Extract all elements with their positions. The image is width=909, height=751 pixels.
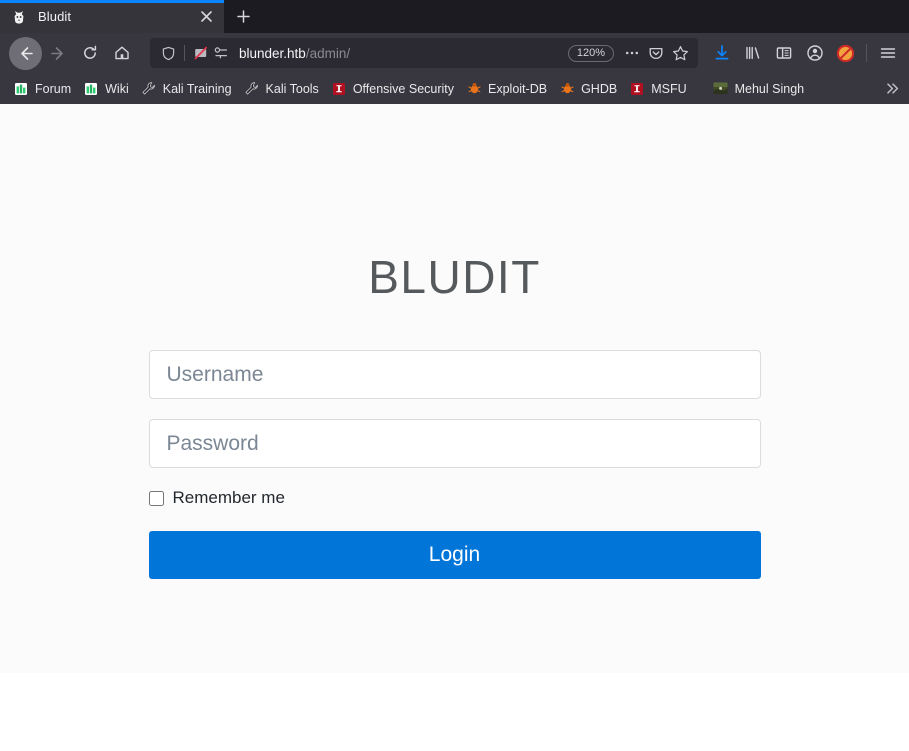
tab-title: Bludit: [38, 9, 72, 24]
close-icon[interactable]: [196, 7, 216, 27]
remember-me-row: Remember me: [148, 488, 761, 508]
remember-me-checkbox[interactable]: [148, 490, 164, 506]
toolbar-divider: [866, 44, 867, 62]
navigation-toolbar: blunder.htb/admin/ 120%: [0, 33, 909, 73]
bookmark-label: Wiki: [105, 81, 129, 96]
address-bar[interactable]: blunder.htb/admin/ 120%: [150, 38, 698, 68]
bookmark-forum[interactable]: Forum: [8, 78, 78, 100]
page-viewport: BLUDIT Remember me Login: [0, 104, 909, 751]
tab-bludit[interactable]: Bludit: [0, 0, 224, 33]
home-icon: [115, 46, 129, 60]
downloads-icon[interactable]: [706, 37, 737, 69]
arrow-left-icon: [21, 46, 33, 60]
shield-icon[interactable]: [158, 43, 178, 63]
bookmark-exploit-db[interactable]: Exploit-DB: [461, 78, 554, 100]
pocket-icon[interactable]: [644, 41, 668, 65]
bookmark-label: Kali Tools: [265, 81, 319, 96]
url-path: /admin/: [305, 45, 351, 61]
permissions-key-icon[interactable]: [211, 43, 231, 63]
bookmark-msfu[interactable]: MSFU: [624, 78, 693, 100]
zoom-level-badge[interactable]: 120%: [567, 44, 614, 62]
bookmark-label: Exploit-DB: [488, 81, 548, 96]
url-host: blunder.htb: [239, 45, 306, 61]
reload-icon: [84, 45, 97, 59]
bookmark-label: Forum: [35, 81, 72, 96]
photo-thumbnail-icon: [713, 81, 729, 97]
account-icon[interactable]: [799, 37, 830, 69]
bookmark-label: GHDB: [581, 81, 618, 96]
library-icon[interactable]: [737, 37, 768, 69]
url-divider: [184, 45, 185, 61]
tab-strip: Bludit: [0, 0, 909, 33]
bookmark-mehul-singh[interactable]: Mehul Singh: [708, 78, 812, 100]
toolbar-icons: [706, 37, 903, 69]
forward-button[interactable]: [42, 37, 74, 69]
bookmark-label: Mehul Singh: [734, 81, 805, 96]
login-form: BLUDIT Remember me Login: [148, 251, 761, 579]
bookmark-offensive-security[interactable]: Offensive Security: [326, 78, 461, 100]
browser-window: Bludit blunder.htb/admin/ 120% Forum Wik…: [0, 0, 909, 751]
bookmark-label: Kali Training: [162, 81, 232, 96]
adblock-extension-icon[interactable]: [830, 37, 861, 69]
kali-bars-icon: [13, 81, 29, 97]
ellipsis-icon[interactable]: [620, 41, 644, 65]
bookmarks-bar: Forum Wiki Kali Training Kali Tools Offe…: [0, 73, 909, 104]
remember-me-label[interactable]: Remember me: [173, 488, 285, 508]
home-button[interactable]: [106, 37, 138, 69]
bookmark-label: MSFU: [651, 81, 687, 96]
offsec-icon: [331, 81, 347, 97]
login-button[interactable]: Login: [148, 531, 761, 579]
app-menu-icon[interactable]: [872, 37, 903, 69]
sidebar-icon[interactable]: [768, 37, 799, 69]
new-tab-button[interactable]: [226, 0, 260, 33]
wrench-icon: [141, 81, 157, 97]
chevron-double-right-icon[interactable]: [879, 77, 905, 101]
username-input[interactable]: [148, 350, 761, 399]
bug-icon: [466, 81, 482, 97]
bookmark-wiki[interactable]: Wiki: [78, 78, 136, 100]
reload-button[interactable]: [74, 37, 106, 69]
wrench-icon: [244, 81, 260, 97]
password-input[interactable]: [148, 419, 761, 468]
metasploit-icon: [629, 81, 645, 97]
bug-icon: [559, 81, 575, 97]
bookmark-kali-training[interactable]: Kali Training: [136, 78, 239, 100]
bookmark-ghdb[interactable]: GHDB: [554, 78, 624, 100]
bludit-cat-favicon: [12, 9, 28, 25]
bludit-login-page: BLUDIT Remember me Login: [0, 104, 909, 673]
bookmark-label: Offensive Security: [352, 81, 455, 96]
tracker-blocked-icon[interactable]: [191, 43, 211, 63]
kali-bars-icon: [83, 81, 99, 97]
bookmark-kali-tools[interactable]: Kali Tools: [239, 78, 326, 100]
star-icon[interactable]: [668, 41, 692, 65]
url-text[interactable]: blunder.htb/admin/: [239, 46, 568, 61]
plus-icon: [236, 10, 250, 23]
back-button[interactable]: [9, 36, 42, 70]
arrow-right-icon: [50, 46, 63, 60]
page-title: BLUDIT: [368, 251, 541, 303]
